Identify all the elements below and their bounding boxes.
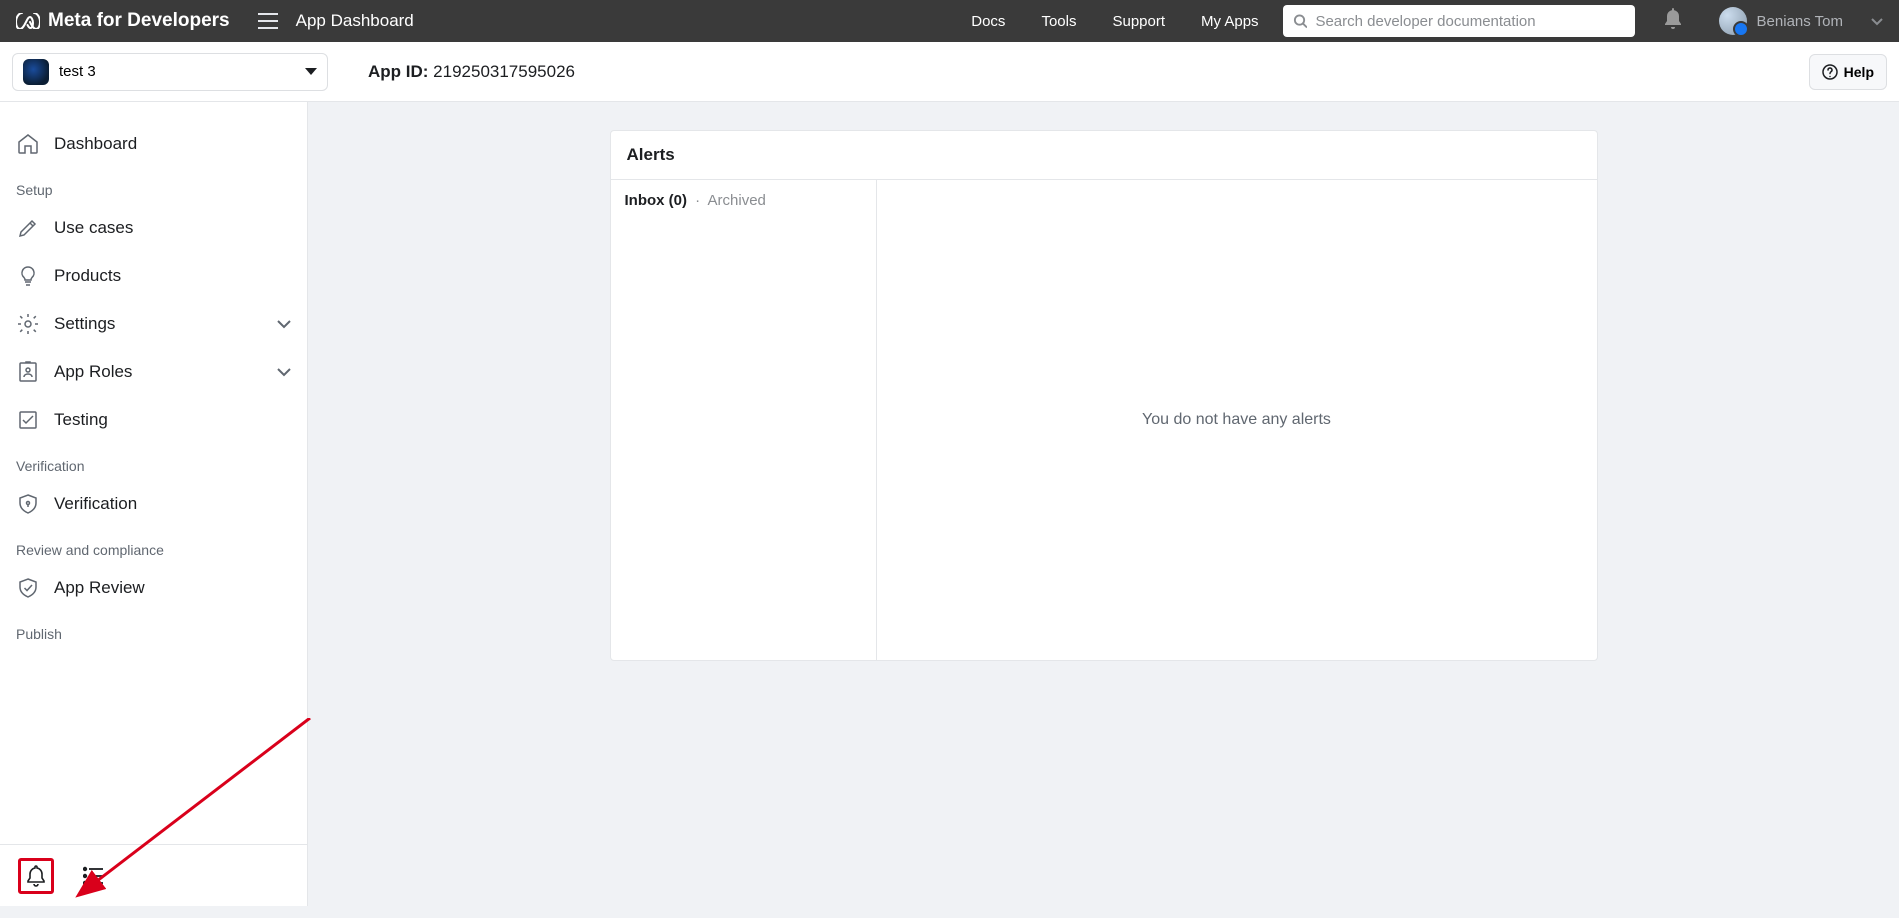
sidebar-label-approles: App Roles: [54, 362, 132, 382]
caret-down-icon: [305, 63, 317, 80]
alerts-card: Alerts Inbox (0) · Archived You do not h…: [610, 130, 1598, 661]
top-nav: Docs Tools Support My Apps: [971, 13, 1258, 30]
subheader: test 3 App ID: 219250317595026 Help: [0, 42, 1899, 102]
sidebar-item-testing[interactable]: Testing: [0, 396, 307, 444]
user-avatar: [1719, 7, 1747, 35]
search-box[interactable]: [1283, 5, 1635, 37]
help-label: Help: [1844, 64, 1874, 80]
sidebar-label-dashboard: Dashboard: [54, 134, 137, 154]
chevron-down-icon: [277, 314, 291, 334]
bulb-icon: [16, 264, 40, 288]
nav-support[interactable]: Support: [1112, 13, 1165, 30]
main: Dashboard Setup Use cases Products: [0, 102, 1899, 906]
alerts-title: Alerts: [611, 131, 1597, 180]
gear-icon: [16, 312, 40, 336]
brand-text: Meta for Developers: [48, 10, 230, 32]
nav-docs[interactable]: Docs: [971, 13, 1005, 30]
brand-logo[interactable]: Meta for Developers: [16, 10, 230, 32]
section-publish: Publish: [0, 612, 307, 648]
sidebar-label-appreview: App Review: [54, 578, 145, 598]
user-menu[interactable]: Benians Tom: [1719, 7, 1883, 35]
user-name: Benians Tom: [1757, 13, 1843, 30]
sidebar-label-verification: Verification: [54, 494, 137, 514]
meta-logo-icon: [16, 13, 40, 29]
activity-log-icon[interactable]: [76, 858, 112, 894]
sidebar-item-verification[interactable]: Verification: [0, 480, 307, 528]
topbar: Meta for Developers App Dashboard Docs T…: [0, 0, 1899, 42]
sidebar-label-testing: Testing: [54, 410, 108, 430]
hamburger-menu-icon[interactable]: [258, 13, 278, 29]
nav-myapps[interactable]: My Apps: [1201, 13, 1259, 30]
home-icon: [16, 132, 40, 156]
alerts-tab-inbox[interactable]: Inbox (0): [625, 192, 688, 209]
app-name: test 3: [59, 63, 96, 80]
sidebar-label-settings: Settings: [54, 314, 115, 334]
roles-icon: [16, 360, 40, 384]
sidebar-label-usecases: Use cases: [54, 218, 133, 238]
sidebar-item-approles[interactable]: App Roles: [0, 348, 307, 396]
sidebar-item-appreview[interactable]: App Review: [0, 564, 307, 612]
alerts-tabs: Inbox (0) · Archived: [611, 180, 877, 660]
alerts-tab-archived[interactable]: Archived: [708, 192, 766, 209]
app-thumb-icon: [23, 59, 49, 85]
chevron-down-icon: [277, 362, 291, 382]
sidebar-item-settings[interactable]: Settings: [0, 300, 307, 348]
nav-tools[interactable]: Tools: [1041, 13, 1076, 30]
section-verification: Verification: [0, 444, 307, 480]
dot-separator: ·: [695, 192, 700, 209]
chevron-down-icon: [1871, 13, 1883, 30]
search-input[interactable]: [1315, 13, 1624, 30]
shield-check-icon: [16, 576, 40, 600]
section-review: Review and compliance: [0, 528, 307, 564]
app-switcher[interactable]: test 3: [12, 53, 328, 91]
pencil-icon: [16, 216, 40, 240]
search-icon: [1293, 13, 1308, 29]
app-id-value: 219250317595026: [433, 62, 575, 81]
app-id-label: App ID:: [368, 62, 428, 81]
sidebar-item-dashboard[interactable]: Dashboard: [0, 120, 307, 168]
help-button[interactable]: Help: [1809, 54, 1887, 90]
alerts-empty-message: You do not have any alerts: [877, 180, 1597, 660]
sidebar-label-products: Products: [54, 266, 121, 286]
help-icon: [1822, 64, 1838, 80]
testing-icon: [16, 408, 40, 432]
sidebar-item-usecases[interactable]: Use cases: [0, 204, 307, 252]
app-id: App ID: 219250317595026: [368, 62, 575, 82]
notifications-bell-icon[interactable]: [1663, 8, 1683, 34]
app-dashboard-title: App Dashboard: [296, 11, 414, 31]
sidebar: Dashboard Setup Use cases Products: [0, 102, 308, 906]
sidebar-footer: [0, 844, 307, 906]
alerts-bell-icon[interactable]: [18, 858, 54, 894]
section-setup: Setup: [0, 168, 307, 204]
sidebar-item-products[interactable]: Products: [0, 252, 307, 300]
shield-icon: [16, 492, 40, 516]
content: Alerts Inbox (0) · Archived You do not h…: [308, 102, 1899, 906]
